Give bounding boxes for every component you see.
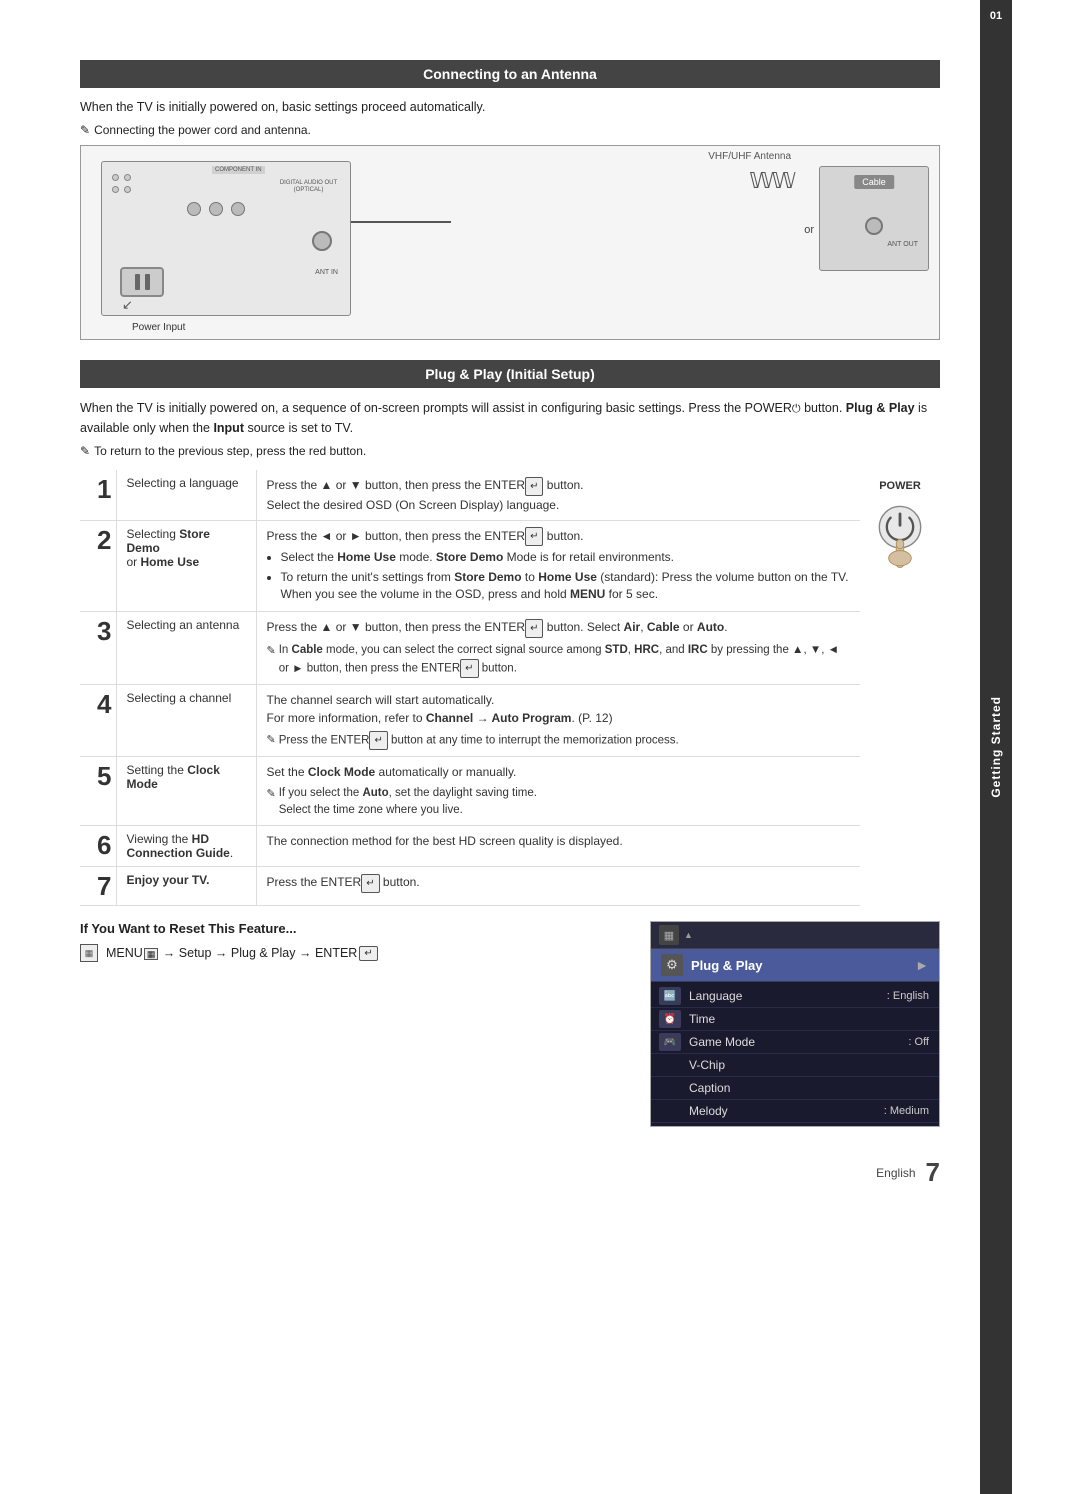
footer-language: English <box>876 1166 915 1180</box>
note-icon-3: ✎ <box>267 643 276 660</box>
step-1-row: 1 Selecting a language Press the or butt… <box>80 470 860 520</box>
time-icon: ⏰ <box>659 1010 681 1028</box>
gamemode-value: : Off <box>908 1036 929 1048</box>
menu-item-melody: Melody : Medium <box>651 1100 939 1123</box>
menu-item-gamemode: 🎮 Game Mode : Off <box>651 1031 939 1054</box>
note-icon: ✎ <box>80 123 90 137</box>
menu-icon: ▦ <box>80 944 98 962</box>
arrow-right: ► <box>915 957 929 973</box>
caption-name: Caption <box>689 1081 929 1095</box>
step-3-row: 3 Selecting an antenna Press the or butt… <box>80 612 860 685</box>
antenna-diagram: COMPONENT IN DIGITAL AUDIO OUT (OPTICAL)… <box>80 145 940 340</box>
plug-play-icon: ⚙ <box>661 954 683 976</box>
step-2-title: Selecting Store Demoor Home Use <box>116 520 256 612</box>
melody-value: : Medium <box>884 1105 929 1117</box>
steps-table: 1 Selecting a language Press the or butt… <box>80 470 860 906</box>
step-6-row: 6 Viewing the HD Connection Guide. The c… <box>80 826 860 867</box>
time-name: Time <box>689 1012 929 1026</box>
step-7-row: 7 Enjoy your TV. Press the ENTER↵ button… <box>80 867 860 906</box>
antenna-section: Connecting to an Antenna When the TV is … <box>80 60 940 340</box>
step-1-number: 1 <box>80 470 116 520</box>
footer-page-number: 7 <box>926 1157 940 1188</box>
cable-label: Cable <box>854 175 894 189</box>
setup-menu: ▦ ▲ ⚙ Plug & Play ► 🔤 Language <box>650 921 940 1127</box>
menu-item-time: ⏰ Time <box>651 1008 939 1031</box>
reset-section: If You Want to Reset This Feature... ▦ M… <box>80 921 940 1127</box>
plug-play-section: Plug & Play (Initial Setup) When the TV … <box>80 360 940 1189</box>
step-7-title: Enjoy your TV. <box>116 867 256 906</box>
page-footer: English 7 <box>80 1147 940 1188</box>
cable-box: Cable ANT OUT <box>819 166 929 271</box>
step-2-number: 2 <box>80 520 116 612</box>
step-3-number: 3 <box>80 612 116 685</box>
steps-area: 1 Selecting a language Press the or butt… <box>80 470 940 906</box>
power-button-area: POWER <box>860 470 940 906</box>
step-5-desc: Set the Clock Mode automatically or manu… <box>256 756 860 826</box>
menu-item-language: 🔤 Language : English <box>651 985 939 1008</box>
antenna-symbol: 𝕎𝕎 <box>749 168 794 194</box>
step-5-number: 5 <box>80 756 116 826</box>
antenna-note: ✎ Connecting the power cord and antenna. <box>80 123 940 137</box>
step-4-desc: The channel search will start automatica… <box>256 684 860 756</box>
plug-intro: When the TV is initially powered on, a s… <box>80 398 940 439</box>
step-6-desc: The connection method for the best HD sc… <box>256 826 860 867</box>
setup-top-label: ▲ <box>684 930 693 940</box>
step-7-number: 7 <box>80 867 116 906</box>
ant-out-label: ANT OUT <box>887 241 918 248</box>
note-icon-2: ✎ <box>80 444 90 458</box>
step-1-desc: Press the or button, then press the ENTE… <box>256 470 860 520</box>
power-button-svg <box>870 497 930 577</box>
reset-title: If You Want to Reset This Feature... <box>80 921 630 936</box>
vhf-label: VHF/UHF Antenna <box>708 151 791 162</box>
gamemode-icon: 🎮 <box>659 1033 681 1051</box>
plug-play-menu-row: ⚙ Plug & Play ► <box>651 949 939 982</box>
ant-out-port <box>865 217 883 235</box>
plug-play-header: Plug & Play (Initial Setup) <box>80 360 940 388</box>
antenna-header: Connecting to an Antenna <box>80 60 940 88</box>
reset-left: If You Want to Reset This Feature... ▦ M… <box>80 921 630 1127</box>
plug-note: ✎ To return to the previous step, press … <box>80 444 940 458</box>
menu-item-vchip: V-Chip <box>651 1054 939 1077</box>
step-2-desc: Press the or button, then press the ENTE… <box>256 520 860 612</box>
ant-in-port <box>312 231 332 251</box>
menu-icon-small: ▦ <box>659 925 679 945</box>
digital-audio-label: DIGITAL AUDIO OUT (OPTICAL) <box>267 180 350 194</box>
gamemode-name: Game Mode <box>689 1035 908 1049</box>
vchip-name: V-Chip <box>689 1058 929 1072</box>
language-value: : English <box>887 990 929 1002</box>
chapter-title: Getting Started <box>989 696 1003 798</box>
power-input-label: Power Input <box>132 322 185 333</box>
step-3-title: Selecting an antenna <box>116 612 256 685</box>
chapter-number: 01 <box>990 10 1002 22</box>
step-6-title: Viewing the HD Connection Guide. <box>116 826 256 867</box>
side-tab: 01 Getting Started <box>980 0 1012 1494</box>
step-5-row: 5 Setting the Clock Mode Set the Clock M… <box>80 756 860 826</box>
step-7-desc: Press the ENTER↵ button. <box>256 867 860 906</box>
step-4-number: 4 <box>80 684 116 756</box>
note-icon-5: ✎ <box>267 786 276 803</box>
or-text: or <box>804 224 814 236</box>
plug-play-menu-label: Plug & Play <box>691 958 907 973</box>
step-2-row: 2 Selecting Store Demoor Home Use Press … <box>80 520 860 612</box>
setup-menu-items: 🔤 Language : English ⏰ Time 🎮 <box>651 982 939 1126</box>
language-icon: 🔤 <box>659 987 681 1005</box>
note-icon-4: ✎ <box>267 732 276 749</box>
component-in-label: COMPONENT IN <box>212 166 265 174</box>
power-label: POWER <box>879 480 921 492</box>
reset-instruction-text: MENU▦ → Setup → Plug & Play → ENTER↵ <box>106 946 378 961</box>
step-3-desc: Press the or button, then press the ENTE… <box>256 612 860 685</box>
melody-name: Melody <box>689 1104 884 1118</box>
reset-instruction: ▦ MENU▦ → Setup → Plug & Play → ENTER↵ <box>80 944 630 962</box>
ant-in-label: ANT IN <box>315 269 338 276</box>
antenna-intro: When the TV is initially powered on, bas… <box>80 98 940 117</box>
step-4-row: 4 Selecting a channel The channel search… <box>80 684 860 756</box>
step-5-title: Setting the Clock Mode <box>116 756 256 826</box>
step-4-title: Selecting a channel <box>116 684 256 756</box>
language-name: Language <box>689 989 887 1003</box>
step-1-title: Selecting a language <box>116 470 256 520</box>
menu-item-caption: Caption <box>651 1077 939 1100</box>
step-6-number: 6 <box>80 826 116 867</box>
